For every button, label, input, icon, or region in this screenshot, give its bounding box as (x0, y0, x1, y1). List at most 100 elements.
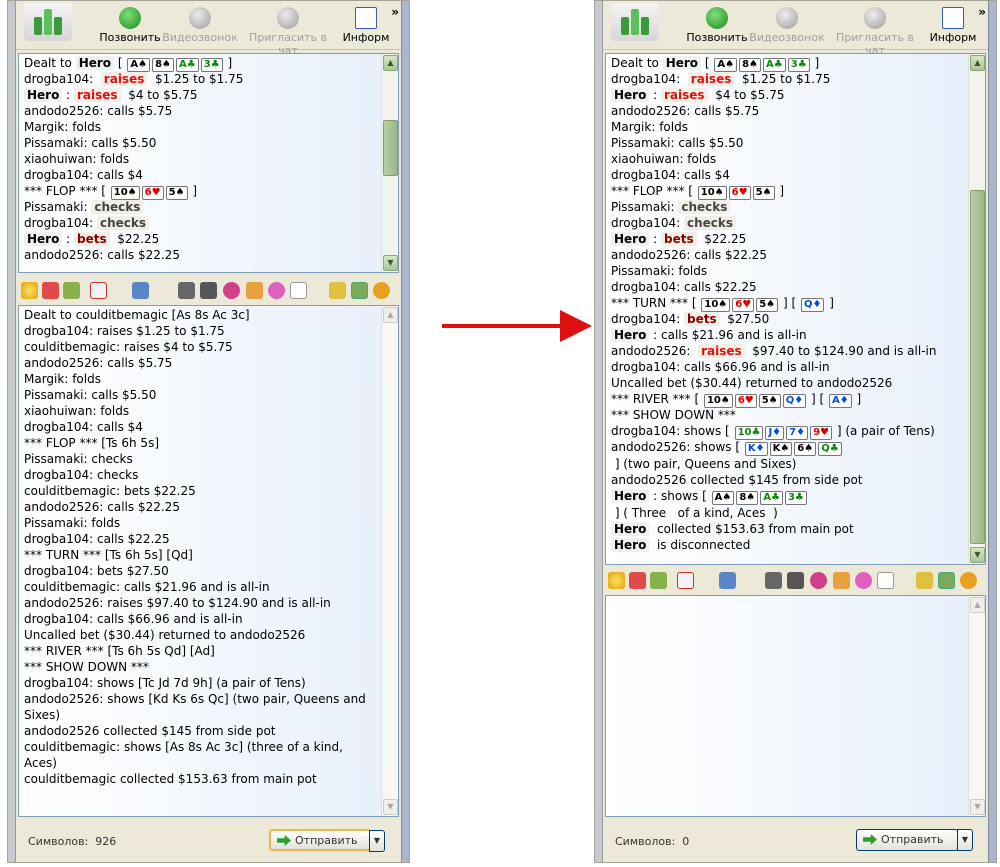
scroll-up-button[interactable]: ▲ (383, 307, 398, 323)
camera-icon[interactable] (765, 572, 782, 589)
line-text: Pissamaki: calls $5.50 (611, 136, 744, 150)
line-text: drogba104: (611, 216, 684, 230)
scroll-up-button[interactable]: ▲ (970, 597, 985, 613)
line-text: drogba104: calls $4 (611, 168, 730, 182)
send-options-dropdown[interactable]: ▼ (369, 830, 385, 852)
chat-line: drogba104: raises $1.25 to $1.75 (611, 71, 963, 87)
scroll-down-button[interactable]: ▼ (970, 799, 985, 815)
input-scrollbar[interactable]: ▲ ▼ (968, 596, 985, 816)
settings-gear-icon[interactable] (373, 282, 390, 299)
toolbar-overflow-button[interactable]: » (978, 5, 986, 19)
font-icon[interactable] (351, 282, 368, 299)
message-input[interactable]: Dealt to coulditbemagic [As 8s Ac 3c] dro… (19, 306, 381, 816)
scroll-down-button[interactable]: ▼ (383, 799, 398, 815)
camera-icon[interactable] (178, 282, 195, 299)
action-badge: checks (96, 216, 150, 230)
ball-icon[interactable] (855, 572, 872, 589)
message-icon[interactable] (223, 282, 240, 299)
send-button[interactable]: Отправить ▼ (269, 829, 385, 852)
contacts-icon[interactable] (833, 572, 850, 589)
ball-icon[interactable] (268, 282, 285, 299)
chat-line: Pissamaki: checks (611, 199, 963, 215)
tv-icon[interactable] (200, 282, 217, 299)
chat-line: Hero : raises $4 to $5.75 (24, 87, 376, 103)
right-chat-window: Позвонить Видеозвонок Пригласить в чат И… (594, 0, 997, 863)
settings-gear-icon[interactable] (960, 572, 977, 589)
playing-card-icon: 9♥ (810, 426, 833, 440)
spellcheck-icon[interactable] (916, 572, 933, 589)
message-input-pane[interactable]: Dealt to coulditbemagic [As 8s Ac 3c] dro… (18, 305, 399, 817)
history-scrollbar[interactable]: ▲ ▼ (968, 54, 985, 564)
line-text: andodo2526: calls $5.75 (24, 104, 173, 118)
history-scrollbar[interactable]: ▲ ▼ (381, 54, 398, 272)
toolbar-overflow-button[interactable]: » (391, 5, 399, 19)
input-line: andodo2526: raises $97.40 to $124.90 and… (24, 596, 331, 610)
smiley-icon[interactable] (21, 282, 38, 299)
send-button[interactable]: Отправить ▼ (856, 829, 973, 851)
input-line: drogba104: checks (24, 468, 139, 482)
char-count: Символов: 0 (615, 835, 690, 848)
input-line: drogba104: calls $22.25 (24, 532, 170, 546)
message-icon[interactable] (810, 572, 827, 589)
line-text: drogba104: shows [ (611, 424, 734, 438)
playing-card-icon: 10♠ (110, 186, 140, 200)
message-input[interactable] (606, 596, 968, 816)
scroll-thumb[interactable] (383, 120, 398, 176)
input-line: coulditbemagic: calls $21.96 and is all-… (24, 580, 270, 594)
tv-icon[interactable] (787, 572, 804, 589)
input-line: andodo2526 collected $145 from side pot (24, 724, 276, 738)
save-icon[interactable] (719, 572, 736, 589)
note-icon[interactable] (877, 572, 894, 589)
save-icon[interactable] (132, 282, 149, 299)
message-input-pane[interactable]: ▲ ▼ (605, 595, 986, 817)
playing-card-icon: 10♣ (734, 426, 764, 440)
smiley-icon[interactable] (608, 572, 625, 589)
chat-history-pane[interactable]: Dealt to Hero [ A♠ 8♠ A♣ 3♣ ] drogba104: rai… (18, 53, 399, 273)
calendar-icon[interactable] (90, 282, 107, 299)
char-count: Символов: 926 (28, 835, 117, 848)
chat-line: andodo2526: raises $97.40 to $124.90 and… (611, 343, 963, 359)
scroll-up-button[interactable]: ▲ (383, 55, 398, 71)
player-name: Hero (611, 328, 650, 342)
video-call-button[interactable]: Видеозвонок (162, 7, 238, 44)
input-scrollbar[interactable]: ▲ ▼ (381, 306, 398, 816)
contacts-icon[interactable] (246, 282, 263, 299)
app-logo-icon (611, 3, 659, 41)
wink-icon[interactable] (629, 572, 646, 589)
invite-chat-button[interactable]: Пригласить в чат (240, 7, 336, 57)
info-button[interactable]: Информ (336, 7, 396, 44)
action-badge: bets (74, 232, 110, 246)
emoticon-icon[interactable] (63, 282, 80, 299)
scroll-thumb[interactable] (970, 190, 985, 544)
line-text: : shows [ (649, 489, 711, 503)
playing-card-icon: A♣ (760, 491, 783, 505)
input-line: andodo2526: shows [Kd Ks 6s Qc] (two pai… (24, 692, 366, 722)
chat-line: drogba104: raises $1.25 to $1.75 (24, 71, 376, 87)
action-badge: raises (661, 88, 708, 102)
scroll-up-button[interactable]: ▲ (970, 55, 985, 71)
info-button[interactable]: Информ (923, 7, 983, 44)
scroll-down-button[interactable]: ▼ (383, 255, 398, 271)
wink-icon[interactable] (42, 282, 59, 299)
invite-chat-button[interactable]: Пригласить в чат (827, 7, 923, 57)
scroll-down-button[interactable]: ▼ (970, 547, 985, 563)
line-text: : (62, 232, 75, 246)
chat-line: Pissamaki: checks (24, 199, 376, 215)
call-button[interactable]: Позвонить (679, 7, 755, 44)
people-icon (864, 7, 886, 29)
chat-line: andodo2526: calls $22.25 (24, 247, 376, 263)
line-text: $27.50 (719, 312, 770, 326)
input-line: coulditbemagic: bets $22.25 (24, 484, 196, 498)
line-text: $22.25 (696, 232, 747, 246)
action-badge: bets (661, 232, 697, 246)
spellcheck-icon[interactable] (329, 282, 346, 299)
calendar-icon[interactable] (677, 572, 694, 589)
input-line: xiaohuiwan: folds (24, 404, 130, 418)
call-button[interactable]: Позвонить (92, 7, 168, 44)
emoticon-icon[interactable] (650, 572, 667, 589)
font-icon[interactable] (938, 572, 955, 589)
send-options-dropdown[interactable]: ▼ (957, 829, 973, 851)
video-call-button[interactable]: Видеозвонок (749, 7, 825, 44)
note-icon[interactable] (290, 282, 307, 299)
chat-history-pane[interactable]: Dealt to Hero [ A♠ 8♠ A♣ 3♣ ] drogba104: rai… (605, 53, 986, 565)
